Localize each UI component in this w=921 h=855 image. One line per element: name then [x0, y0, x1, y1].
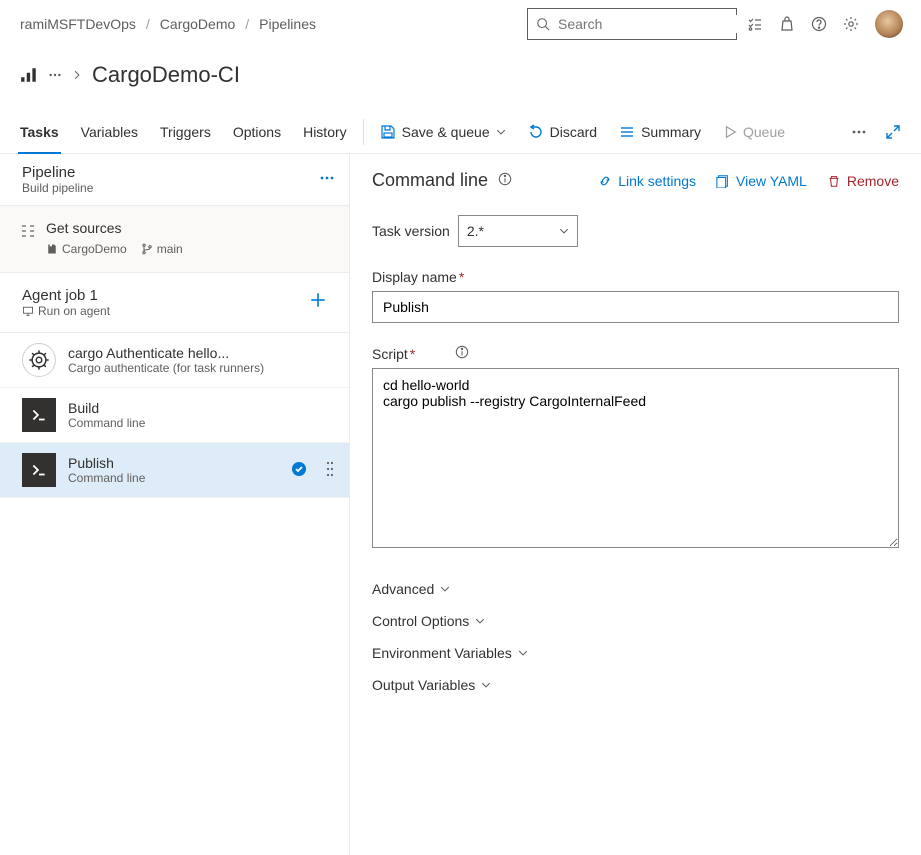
- tab-tasks[interactable]: Tasks: [20, 110, 59, 153]
- remove-button[interactable]: Remove: [827, 173, 899, 189]
- view-yaml-button[interactable]: View YAML: [716, 173, 807, 189]
- cmdline-icon: [22, 453, 56, 487]
- script-textarea[interactable]: [372, 368, 899, 548]
- task-subtitle: Command line: [68, 471, 279, 485]
- sources-icon: [20, 223, 36, 239]
- section-env-vars[interactable]: Environment Variables: [372, 637, 899, 669]
- chevron-down-icon: [559, 226, 569, 236]
- search-icon: [536, 17, 550, 31]
- task-version-value: 2.*: [467, 223, 484, 239]
- detail-heading: Command line: [372, 170, 488, 191]
- pipeline-subtitle: Build pipeline: [22, 181, 93, 195]
- cmdline-icon: [22, 398, 56, 432]
- agent-job[interactable]: Agent job 1 Run on agent: [0, 273, 349, 333]
- branch-icon: [141, 243, 153, 255]
- task-item-build[interactable]: Build Command line: [0, 388, 349, 443]
- help-icon[interactable]: [811, 16, 827, 32]
- tab-options[interactable]: Options: [233, 110, 281, 153]
- breadcrumb-section[interactable]: Pipelines: [259, 16, 316, 32]
- chevron-down-icon: [440, 584, 450, 594]
- tab-variables[interactable]: Variables: [81, 110, 138, 153]
- breadcrumb-project[interactable]: CargoDemo: [160, 16, 235, 32]
- repo-name: CargoDemo: [46, 242, 127, 256]
- breadcrumb-separator: /: [245, 16, 249, 32]
- task-title: Build: [68, 400, 335, 416]
- section-advanced[interactable]: Advanced: [372, 573, 899, 605]
- save-queue-button[interactable]: Save & queue: [380, 124, 506, 140]
- search-box[interactable]: [527, 8, 737, 40]
- chevron-down-icon: [518, 648, 528, 658]
- rust-icon: [22, 343, 56, 377]
- chevron-right-icon: [72, 67, 82, 83]
- pipeline-more-icon[interactable]: [319, 170, 335, 189]
- display-name-label: Display name*: [372, 269, 464, 285]
- chevron-down-icon: [475, 616, 485, 626]
- pipeline-header[interactable]: Pipeline Build pipeline: [0, 154, 349, 206]
- save-queue-label: Save & queue: [402, 124, 490, 140]
- info-icon[interactable]: [455, 345, 469, 362]
- task-subtitle: Cargo authenticate (for task runners): [68, 361, 335, 375]
- expand-icon[interactable]: [885, 124, 901, 140]
- get-sources[interactable]: Get sources CargoDemo main: [0, 206, 349, 273]
- drag-handle-icon[interactable]: [325, 460, 335, 481]
- queue-label: Queue: [743, 124, 785, 140]
- settings-icon[interactable]: [843, 16, 859, 32]
- summary-button[interactable]: Summary: [619, 124, 701, 140]
- get-sources-label: Get sources: [46, 220, 327, 236]
- tab-triggers[interactable]: Triggers: [160, 110, 211, 153]
- discard-label: Discard: [550, 124, 597, 140]
- task-title: Publish: [68, 455, 279, 471]
- repo-icon: [46, 243, 58, 255]
- tab-history[interactable]: History: [303, 110, 347, 153]
- task-subtitle: Command line: [68, 416, 335, 430]
- queue-button: Queue: [723, 124, 785, 140]
- breadcrumb-org[interactable]: ramiMSFTDevOps: [20, 16, 136, 32]
- task-title: cargo Authenticate hello...: [68, 345, 335, 361]
- script-label: Script*: [372, 345, 469, 362]
- display-name-input[interactable]: [372, 291, 899, 323]
- info-icon[interactable]: [498, 172, 512, 189]
- task-version-select[interactable]: 2.*: [458, 215, 578, 247]
- agent-icon: [22, 305, 34, 317]
- chevron-down-icon: [481, 680, 491, 690]
- agent-job-subtitle: Run on agent: [22, 304, 110, 318]
- link-settings-button[interactable]: Link settings: [598, 173, 696, 189]
- section-output-vars[interactable]: Output Variables: [372, 669, 899, 701]
- add-task-button[interactable]: [309, 291, 327, 314]
- bag-icon[interactable]: [779, 16, 795, 32]
- branch-name: main: [141, 242, 183, 256]
- separator: [363, 119, 364, 145]
- page-title: CargoDemo-CI: [92, 62, 240, 88]
- breadcrumb: ramiMSFTDevOps / CargoDemo / Pipelines: [20, 16, 316, 32]
- task-version-label: Task version: [372, 223, 450, 239]
- task-item-cargo-auth[interactable]: cargo Authenticate hello... Cargo authen…: [0, 333, 349, 388]
- discard-button[interactable]: Discard: [528, 124, 597, 140]
- task-item-publish[interactable]: Publish Command line: [0, 443, 349, 498]
- pipeline-title: Pipeline: [22, 164, 93, 181]
- avatar[interactable]: [875, 10, 903, 38]
- agent-job-title: Agent job 1: [22, 287, 110, 304]
- breadcrumb-separator: /: [146, 16, 150, 32]
- section-control-options[interactable]: Control Options: [372, 605, 899, 637]
- summary-label: Summary: [641, 124, 701, 140]
- tasklist-icon[interactable]: [747, 16, 763, 32]
- chevron-down-icon: [496, 127, 506, 137]
- more-icon[interactable]: [48, 68, 62, 82]
- status-check-icon: [291, 461, 307, 480]
- search-input[interactable]: [556, 15, 741, 33]
- pipeline-icon: [20, 66, 38, 84]
- more-actions-icon[interactable]: [851, 124, 867, 140]
